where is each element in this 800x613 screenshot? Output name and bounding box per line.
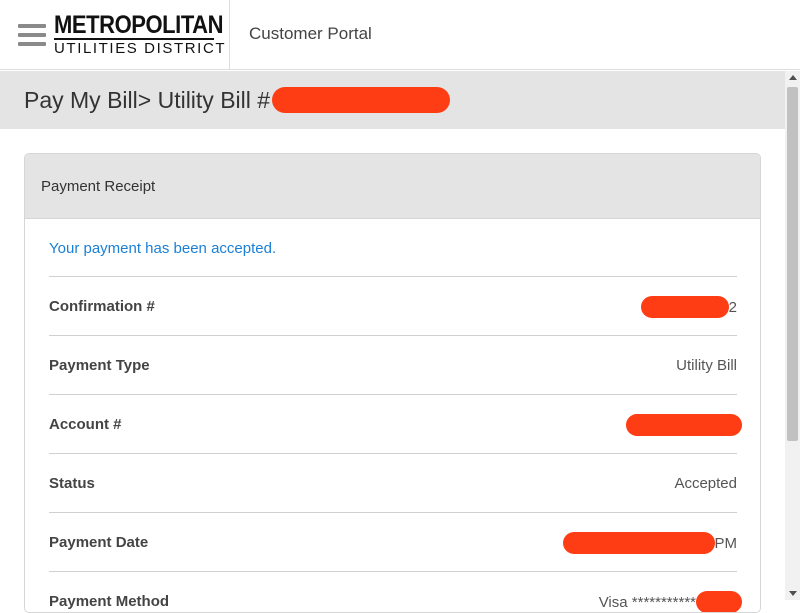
row-label: Confirmation # <box>49 298 155 315</box>
receipt-card-header: Payment Receipt <box>25 154 760 219</box>
redacted-account-number <box>626 414 742 436</box>
portal-title: Customer Portal <box>249 24 372 43</box>
receipt-title: Payment Receipt <box>41 178 156 195</box>
row-label: Payment Type <box>49 357 150 374</box>
row-label: Account # <box>49 416 122 433</box>
logo-subtitle: UTILITIES DISTRICT <box>54 40 227 57</box>
row-label: Payment Method <box>49 593 170 610</box>
redacted-card-number <box>696 591 742 612</box>
payment-success-message: Your payment has been accepted. <box>49 240 277 257</box>
redacted-confirmation-number <box>640 296 729 318</box>
redacted-payment-date <box>562 532 715 554</box>
confirmation-number-value: 2 <box>640 296 737 319</box>
breadcrumb-current: Utility Bill # <box>157 87 271 113</box>
mud-logo[interactable]: METROPOLITAN UTILITIES DISTRICT <box>54 12 225 58</box>
receipt-row-payment-type: Payment Type Utility Bill <box>49 335 737 394</box>
breadcrumb-bar: Pay My Bill> Utility Bill # <box>0 71 785 129</box>
row-label: Payment Date <box>49 534 149 551</box>
scroll-up-arrow-icon[interactable] <box>789 75 797 80</box>
header-divider <box>229 0 230 70</box>
receipt-row-payment-method: Payment Method Visa *********** <box>49 571 742 612</box>
scroll-thumb[interactable] <box>787 87 798 441</box>
app-header: METROPOLITAN UTILITIES DISTRICT Customer… <box>0 0 800 70</box>
receipt-row-payment-date: Payment Date PM <box>49 512 737 571</box>
payment-date-value: PM <box>562 532 737 555</box>
receipt-row-status: Status Accepted <box>49 453 737 512</box>
breadcrumb-separator: > <box>137 87 152 113</box>
receipt-row-account: Account # <box>49 394 742 453</box>
receipt-row-confirmation: Confirmation # 2 <box>49 276 737 335</box>
payment-method-value: Visa *********** <box>599 591 742 612</box>
menu-icon[interactable] <box>18 22 46 48</box>
redacted-bill-number <box>272 86 451 113</box>
breadcrumb-pay-my-bill[interactable]: Pay My Bill <box>24 87 138 113</box>
payment-receipt-card: Payment Receipt Your payment has been ac… <box>24 153 761 613</box>
payment-type-value: Utility Bill <box>676 357 737 374</box>
logo-title: METROPOLITAN <box>54 11 224 39</box>
vertical-scrollbar[interactable] <box>785 71 800 600</box>
row-label: Status <box>49 475 95 492</box>
account-number-value <box>626 414 742 437</box>
scroll-down-arrow-icon[interactable] <box>789 591 797 596</box>
status-value: Accepted <box>674 475 737 492</box>
breadcrumb: Pay My Bill> Utility Bill # <box>24 85 451 115</box>
